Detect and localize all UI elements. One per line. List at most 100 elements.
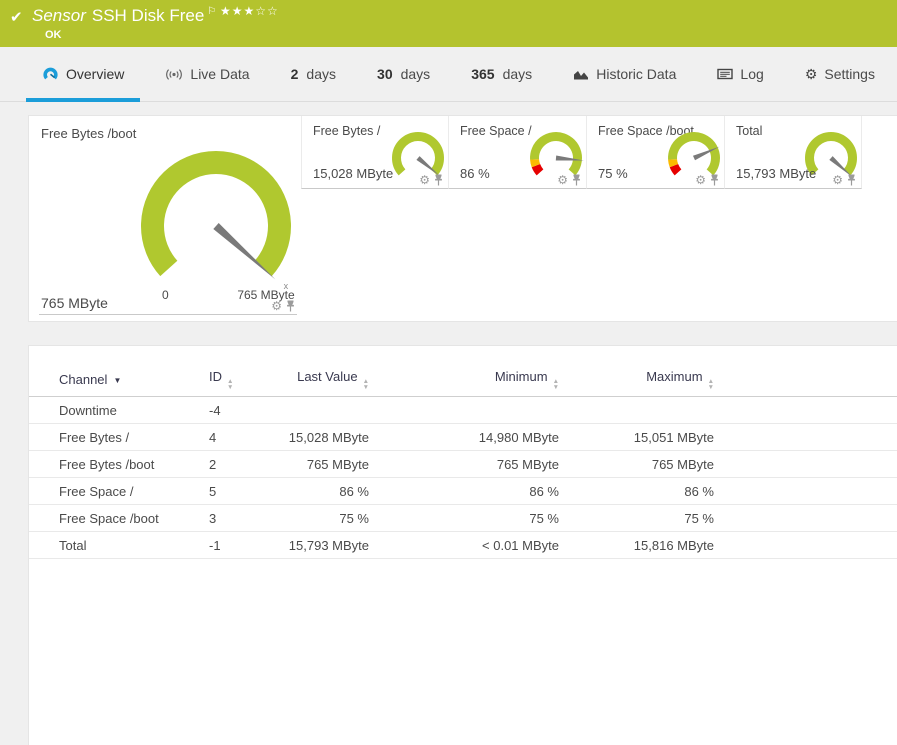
pin-icon[interactable] (847, 174, 856, 186)
channel-last-value: 75 % (339, 510, 369, 526)
table-row: Downtime -4 (29, 397, 897, 424)
gear-icon: ⚙ (804, 65, 818, 82)
title-prefix: Sensor (32, 6, 86, 25)
column-header-id[interactable]: ID ▲ ▼ (209, 369, 279, 390)
tab-label: Log (740, 66, 764, 82)
channel-settings-gears-icon[interactable] (785, 509, 803, 525)
tab-settings[interactable]: ⚙ Settings (789, 47, 891, 101)
channel-name: Free Space /boot (59, 510, 159, 526)
gauge-settings-gear-icon[interactable]: ⚙ (557, 174, 568, 186)
tab-log[interactable]: Log (701, 47, 779, 101)
channel-settings-gears-icon[interactable] (785, 482, 803, 498)
channel-id: 4 (209, 429, 217, 445)
page-title: Sensor SSH Disk Free ⚐ (32, 6, 216, 26)
column-header-last-value[interactable]: Last Value ▲ ▼ (279, 369, 369, 390)
sort-icon: ▲ ▼ (227, 378, 234, 391)
pin-icon[interactable] (286, 300, 295, 312)
gauge-value: 15,028 MByte (313, 166, 394, 181)
channels-panel: Channel ▼ ID ▲ ▼ Last Value ▲ ▼ Minimum ▲ ▼ Max… (28, 345, 897, 745)
channel-minimum: 86 % (529, 483, 559, 499)
column-header-channel[interactable]: Channel ▼ (59, 372, 209, 387)
gauge-settings-gear-icon[interactable]: ⚙ (695, 174, 706, 186)
divider (39, 314, 297, 315)
tab-bar: Overview Live Data 2 days 30 days 365 da… (0, 47, 897, 102)
channel-maximum: 15,816 MByte (633, 537, 714, 553)
mini-gauge-cell: Free Space / 86 % ⚙ (448, 116, 586, 189)
channel-settings-gears-icon[interactable] (785, 536, 803, 552)
table-row: Free Space /boot 3 75 % 75 % 75 % (29, 505, 897, 532)
table-row: Free Space / 5 86 % 86 % 86 % (29, 478, 897, 505)
tab-historic-data[interactable]: Historic Data (557, 47, 692, 101)
tab-number: 2 (290, 66, 299, 82)
gauge-label: Free Space / (460, 124, 532, 138)
tab-30-days[interactable]: 30 days (361, 47, 446, 101)
mini-gauge-cell: Free Space /boot 75 % ⚙ (586, 116, 724, 189)
channel-name: Downtime (59, 402, 117, 418)
tab-live-data[interactable]: Live Data (149, 47, 265, 101)
area-chart-icon (573, 68, 589, 81)
channel-minimum: 75 % (529, 510, 559, 526)
channel-settings-gears-icon[interactable] (785, 428, 803, 444)
channel-maximum: 86 % (684, 483, 714, 499)
column-header-maximum[interactable]: Maximum ▲ ▼ (559, 369, 714, 390)
gauge-scale-min: 0 (162, 288, 169, 302)
tab-label: days (502, 66, 533, 82)
tab-label: days (400, 66, 431, 82)
sensor-name: SSH Disk Free (91, 6, 205, 25)
tab-365-days[interactable]: 365 days (455, 47, 548, 101)
table-body: Downtime -4 Free Bytes / 4 15,028 MByte … (29, 397, 897, 559)
priority-flag-icon[interactable]: ⚐ (207, 6, 216, 17)
pin-icon[interactable] (434, 174, 443, 186)
mini-gauges-strip: Free Bytes / 15,028 MByte ⚙ Free Space /… (301, 116, 862, 189)
channel-maximum: 765 MByte (651, 456, 714, 472)
gauge-settings-gear-icon[interactable]: ⚙ (832, 174, 843, 186)
channel-settings-gears-icon[interactable] (785, 401, 803, 417)
pin-icon[interactable] (572, 174, 581, 186)
table-row: Total -1 15,793 MByte < 0.01 MByte 15,81… (29, 532, 897, 559)
channel-name: Free Space / (59, 483, 134, 499)
status-badge: OK (45, 29, 62, 41)
log-icon (717, 68, 734, 80)
channel-id: -1 (209, 537, 221, 553)
tab-label: Overview (66, 66, 125, 82)
gauge-value: 86 % (460, 166, 490, 181)
pin-icon[interactable] (710, 174, 719, 186)
channel-id: 2 (209, 456, 217, 472)
channel-last-value: 15,028 MByte (288, 429, 369, 445)
channel-name: Free Bytes /boot (59, 456, 155, 472)
channel-minimum: 14,980 MByte (478, 429, 559, 445)
channel-last-value: 86 % (339, 483, 369, 499)
tab-number: 30 (377, 66, 393, 82)
gauge-label: Free Bytes / (313, 124, 381, 138)
tab-2-days[interactable]: 2 days (275, 47, 352, 101)
channel-id: -4 (209, 402, 221, 418)
tab-label: Live Data (190, 66, 250, 82)
channel-last-value: 765 MByte (306, 456, 369, 472)
channel-id: 5 (209, 483, 217, 499)
table-header-row: Channel ▼ ID ▲ ▼ Last Value ▲ ▼ Minimum ▲ ▼ Max… (29, 363, 897, 397)
mini-gauge-cell: Total 15,793 MByte ⚙ (724, 116, 862, 189)
channel-last-value: 15,793 MByte (288, 537, 369, 553)
gauge-settings-gear-icon[interactable]: ⚙ (419, 174, 430, 186)
sort-icon: ▲ ▼ (707, 378, 714, 391)
gauge-settings-gear-icon[interactable]: ⚙ (271, 300, 282, 312)
channel-settings-gears-icon[interactable] (785, 455, 803, 471)
mini-gauge-cell: Free Bytes / 15,028 MByte ⚙ (301, 116, 448, 189)
broadcast-icon (165, 68, 183, 81)
channel-name: Total (59, 537, 87, 553)
sort-desc-icon: ▼ (113, 376, 122, 385)
table-row: Free Bytes /boot 2 765 MByte 765 MByte 7… (29, 451, 897, 478)
channel-maximum: 15,051 MByte (633, 429, 714, 445)
tab-overview[interactable]: Overview (26, 47, 141, 102)
main-gauge-cell: Free Bytes /boot x 0 765 MByte 765 MByte… (29, 116, 301, 321)
column-header-minimum[interactable]: Minimum ▲ ▼ (369, 369, 559, 390)
table-row: Free Bytes / 4 15,028 MByte 14,980 MByte… (29, 424, 897, 451)
channel-minimum: < 0.01 MByte (482, 537, 559, 553)
gauge-value: 15,793 MByte (736, 166, 817, 181)
priority-stars[interactable]: ★★★☆☆ (220, 4, 279, 18)
channel-name: Free Bytes / (59, 429, 130, 445)
tab-number: 365 (471, 66, 495, 82)
tab-label: Settings (824, 66, 875, 82)
gauge-value: 75 % (598, 166, 628, 181)
tab-label: days (306, 66, 336, 82)
